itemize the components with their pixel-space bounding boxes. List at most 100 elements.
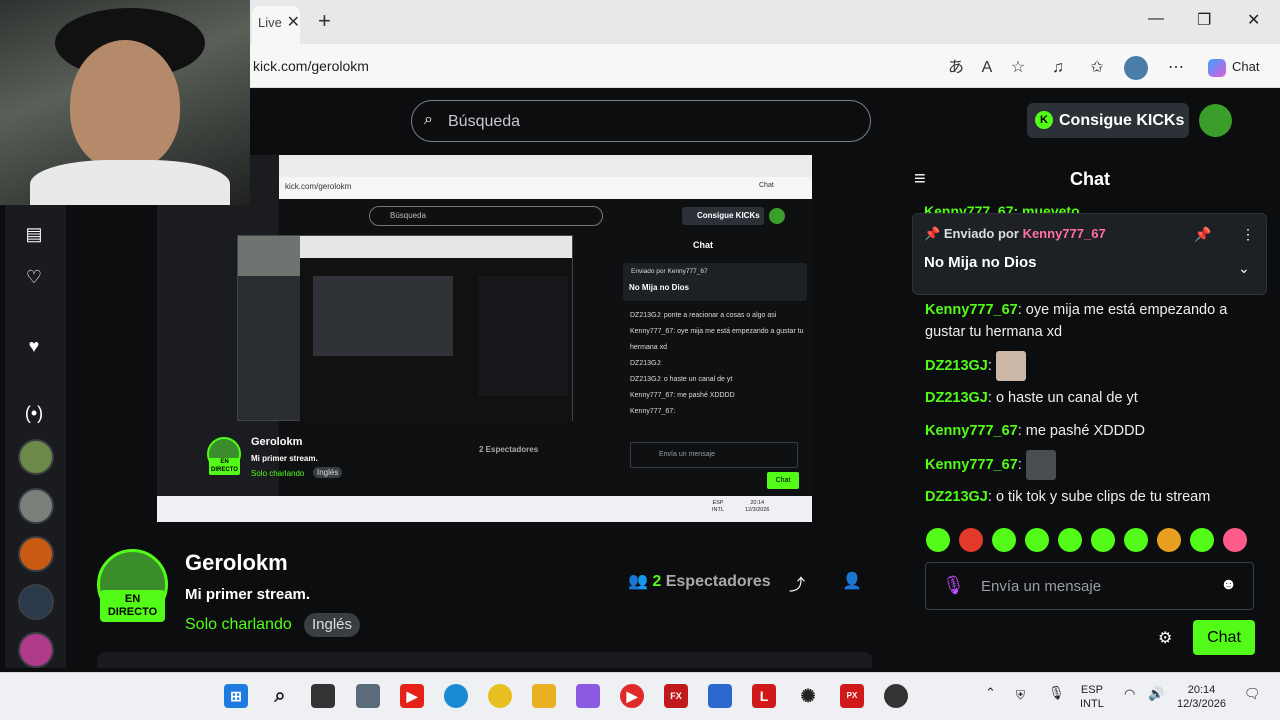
media-player-icon[interactable]: ▶: [620, 684, 644, 708]
chat-message[interactable]: Kenny777_67: oye mija me está empezando …: [925, 299, 1265, 343]
chat-username[interactable]: Kenny777_67: [925, 423, 1018, 439]
more-icon[interactable]: ⋯: [1164, 56, 1188, 80]
pinned-menu-icon[interactable]: ⋮: [1241, 226, 1255, 243]
read-aloud-icon[interactable]: A: [975, 56, 999, 80]
minimize-icon[interactable]: —: [1148, 10, 1164, 28]
chat-username[interactable]: Kenny777_67: [925, 302, 1018, 318]
language-indicator[interactable]: ESP INTL: [1080, 683, 1104, 711]
browser-tab[interactable]: Live ✕: [252, 6, 300, 44]
start-icon[interactable]: ⊞: [224, 684, 248, 708]
youtube-icon[interactable]: ▶: [400, 684, 424, 708]
unpin-icon[interactable]: 📌: [1194, 226, 1211, 243]
task-view-icon[interactable]: [311, 684, 335, 708]
chat-message[interactable]: DZ213GJ: o tik tok y sube clips de tu st…: [925, 486, 1265, 508]
volume-icon[interactable]: 🔊: [1148, 687, 1164, 701]
emote-icon[interactable]: [926, 528, 950, 552]
mic-tray-icon[interactable]: 🎙: [1048, 686, 1065, 700]
chat-message[interactable]: DZ213GJ:: [925, 351, 1265, 381]
emote-icon[interactable]: [959, 528, 983, 552]
notifications-icon[interactable]: 🗨: [1244, 687, 1261, 701]
chat-username[interactable]: DZ213GJ: [925, 358, 988, 374]
profile-icon[interactable]: [1124, 56, 1148, 80]
chat-message[interactable]: Kenny777_67:: [925, 450, 1265, 480]
send-chat-button[interactable]: Chat: [1193, 620, 1255, 655]
tray-app-icon[interactable]: ⛨: [1016, 688, 1025, 702]
emote-icon[interactable]: [1025, 528, 1049, 552]
copilot-chat-button[interactable]: Chat: [1198, 52, 1272, 82]
favorite-heart-icon[interactable]: ♥: [20, 332, 48, 360]
nested-tray-clock: 20:14 12/3/2026: [745, 500, 769, 514]
favorite-icon[interactable]: ☆: [1006, 56, 1030, 80]
live-icon[interactable]: (•): [20, 399, 48, 427]
chrome-icon[interactable]: [488, 684, 512, 708]
chatgpt-icon[interactable]: ✺: [796, 684, 820, 708]
nested-language: Inglés: [313, 467, 343, 478]
wifi-icon[interactable]: ◠: [1124, 687, 1135, 701]
letter-l-app-icon[interactable]: L: [752, 684, 776, 708]
pinned-author: Kenny777_67: [1022, 226, 1106, 241]
microphone-icon[interactable]: 🎙: [942, 575, 965, 596]
fxpro-icon[interactable]: FX: [664, 684, 688, 708]
browse-icon[interactable]: ▤: [20, 220, 48, 248]
chat-message-input[interactable]: 🎙 Envía un mensaje ☻: [925, 562, 1254, 610]
new-tab-button[interactable]: +: [318, 8, 331, 34]
chat-username[interactable]: DZ213GJ: [925, 489, 988, 505]
restore-icon[interactable]: ❐: [1197, 10, 1211, 30]
channel-name[interactable]: Gerolokm: [185, 550, 288, 576]
emoji-picker-icon[interactable]: ☻: [1220, 576, 1237, 594]
webcam-person-shirt: [30, 160, 230, 205]
video-player[interactable]: kick.com/gerolokm Chat Búsqueda Consigue…: [157, 155, 812, 522]
obs-icon[interactable]: [884, 684, 908, 708]
following-icon[interactable]: ♡: [20, 263, 48, 291]
pixpro-icon[interactable]: PX: [840, 684, 864, 708]
emote-icon[interactable]: [1058, 528, 1082, 552]
share-icon[interactable]: ⤴: [789, 571, 805, 595]
translate-icon[interactable]: あ: [944, 56, 968, 80]
followed-channel-avatar[interactable]: [18, 536, 54, 572]
emote-icon[interactable]: [1124, 528, 1148, 552]
file-explorer-icon[interactable]: [532, 684, 556, 708]
chevron-down-icon[interactable]: ⌄: [1238, 260, 1250, 277]
show-hidden-icons[interactable]: ⌃: [985, 686, 996, 700]
chat-username[interactable]: Kenny777_67: [925, 457, 1018, 473]
follow-user-icon[interactable]: 👤: [842, 571, 862, 591]
copilot-taskbar-icon[interactable]: [576, 684, 600, 708]
extensions-icon[interactable]: ♫: [1046, 56, 1070, 80]
nested-chat-message: DZ213GJ: o haste un canal de yt: [630, 376, 733, 383]
content-tabs-area: [97, 652, 872, 668]
chat-text: o tik tok y sube clips de tu stream: [995, 489, 1211, 505]
chat-settings-icon[interactable]: ⚙: [1158, 628, 1172, 648]
get-kicks-button[interactable]: K Consigue KICKs: [1027, 103, 1189, 138]
live-badge-line1: EN: [124, 593, 141, 605]
clock[interactable]: 20:14 12/3/2026: [1177, 683, 1226, 711]
emote-icon[interactable]: [992, 528, 1016, 552]
copilot-label: Chat: [1232, 59, 1260, 74]
language-tag[interactable]: Inglés: [304, 613, 361, 637]
chat-message[interactable]: DZ213GJ: o haste un canal de yt: [925, 387, 1265, 409]
search-input[interactable]: ⌕ Búsqueda: [411, 100, 871, 142]
emote-icon[interactable]: [1157, 528, 1181, 552]
close-tab-icon[interactable]: ✕: [287, 6, 300, 40]
close-window-icon[interactable]: ✕: [1247, 10, 1260, 30]
emote-icon[interactable]: [1223, 528, 1247, 552]
followed-channel-avatar[interactable]: [18, 488, 54, 524]
stream-category[interactable]: Solo charlando: [185, 616, 292, 634]
followed-channel-avatar[interactable]: [18, 439, 54, 475]
outlook-icon[interactable]: [708, 684, 732, 708]
nested-send-button: Chat: [767, 472, 799, 489]
favorites-bar-icon[interactable]: ✩: [1085, 56, 1109, 80]
webcam-person-face: [70, 40, 180, 170]
followed-channel-avatar[interactable]: [18, 584, 54, 620]
emote-icon[interactable]: [1190, 528, 1214, 552]
user-avatar[interactable]: [1199, 104, 1232, 137]
url-field[interactable]: kick.com/gerolokm: [253, 58, 369, 74]
chat-username[interactable]: DZ213GJ: [925, 390, 988, 406]
nested-copilot-label: Chat: [759, 182, 774, 189]
chat-message[interactable]: Kenny777_67: me pashé XDDDD: [925, 420, 1265, 442]
followed-channel-avatar[interactable]: [18, 632, 54, 668]
emote-icon[interactable]: [1091, 528, 1115, 552]
search-taskbar-icon[interactable]: ⌕: [268, 684, 292, 708]
calculator-icon[interactable]: [356, 684, 380, 708]
collapse-chat-icon[interactable]: ≡: [914, 168, 926, 191]
edge-icon[interactable]: [444, 684, 468, 708]
